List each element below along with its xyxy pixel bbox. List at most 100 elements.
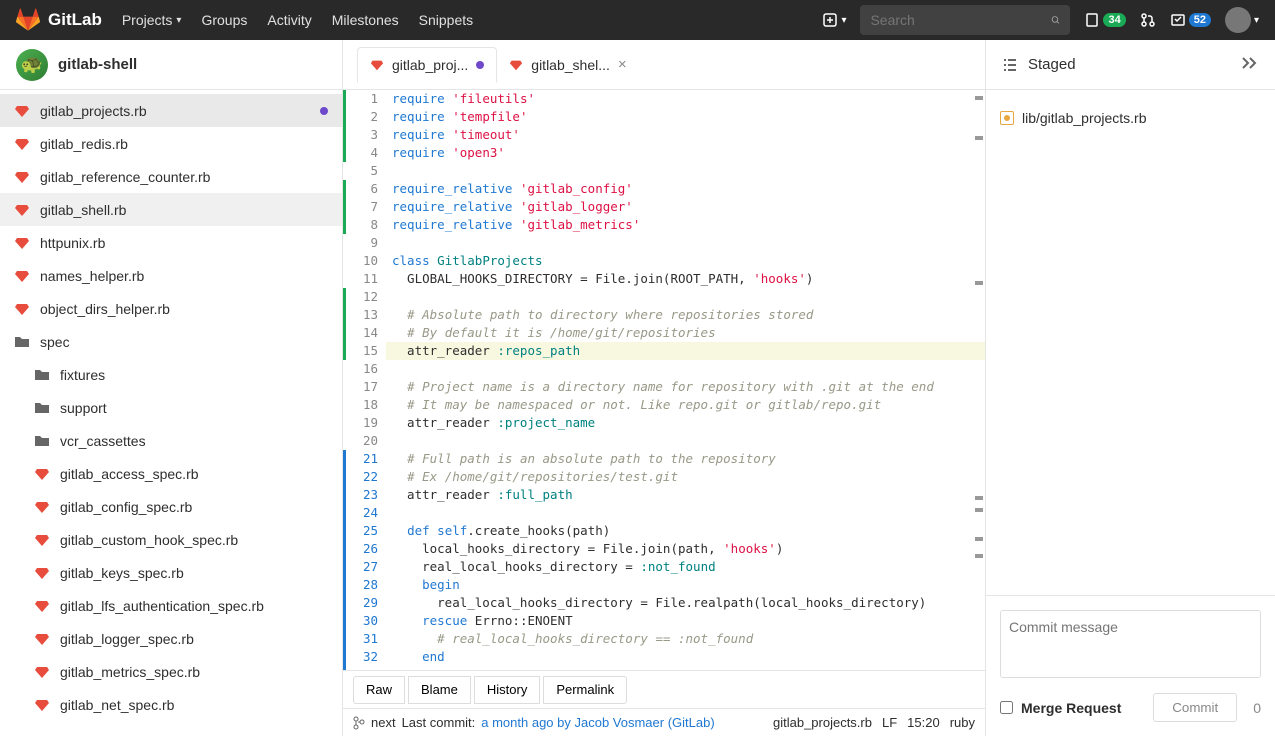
todos-link[interactable]: 52 <box>1170 12 1211 28</box>
ruby-icon <box>14 268 30 284</box>
file-item[interactable]: gitlab_redis.rb <box>0 127 342 160</box>
tab-label: gitlab_proj... <box>392 57 468 73</box>
status-last-commit-label: Last commit: <box>402 715 476 730</box>
commit-message-input[interactable] <box>1000 610 1261 678</box>
line-numbers: 1234567891011121314151617181920212223242… <box>346 90 386 670</box>
blame-button[interactable]: Blame <box>408 676 471 704</box>
project-header[interactable]: 🐢 gitlab-shell <box>0 40 342 90</box>
code-area[interactable]: 1234567891011121314151617181920212223242… <box>343 90 985 670</box>
commit-button[interactable]: Commit <box>1153 693 1237 722</box>
file-name: gitlab_net_spec.rb <box>60 697 174 713</box>
file-sidebar: 🐢 gitlab-shell gitlab_projects.rbgitlab_… <box>0 40 343 736</box>
file-item[interactable]: vcr_cassettes <box>0 424 342 457</box>
folder-icon <box>14 334 30 350</box>
ruby-icon <box>14 301 30 317</box>
file-item[interactable]: spec <box>0 325 342 358</box>
file-name: gitlab_reference_counter.rb <box>40 169 210 185</box>
merge-request-checkbox[interactable] <box>1000 701 1013 714</box>
collapse-panel-button[interactable] <box>1241 56 1259 73</box>
file-item[interactable]: httpunix.rb <box>0 226 342 259</box>
file-item[interactable]: gitlab_shell.rb <box>0 193 342 226</box>
code-content[interactable]: require 'fileutils'require 'tempfile'req… <box>386 90 985 670</box>
file-name: gitlab_redis.rb <box>40 136 128 152</box>
list-icon <box>1002 57 1018 73</box>
gitlab-icon <box>16 8 40 32</box>
nav-activity[interactable]: Activity <box>267 12 311 28</box>
merge-request-icon <box>1140 12 1156 28</box>
avatar <box>1225 7 1251 33</box>
file-item[interactable]: gitlab_custom_hook_spec.rb <box>0 523 342 556</box>
file-tree[interactable]: gitlab_projects.rb gitlab_redis.rb gitlab_… <box>0 90 342 736</box>
top-header: GitLab Projects ▾ Groups Activity Milest… <box>0 0 1275 40</box>
minimap[interactable] <box>971 90 985 670</box>
file-item[interactable]: gitlab_access_spec.rb <box>0 457 342 490</box>
ruby-icon <box>34 664 50 680</box>
status-next[interactable]: next <box>371 715 396 730</box>
editor-tab[interactable]: gitlab_shel... × <box>497 47 638 83</box>
user-menu[interactable]: ▾ <box>1225 7 1259 33</box>
file-item[interactable]: gitlab_projects.rb <box>0 94 342 127</box>
folder-icon <box>34 367 50 383</box>
merge-requests-link[interactable] <box>1140 12 1156 28</box>
raw-button[interactable]: Raw <box>353 676 405 704</box>
file-name: names_helper.rb <box>40 268 144 284</box>
gitlab-logo[interactable]: GitLab <box>16 8 102 32</box>
nav-milestones[interactable]: Milestones <box>332 12 399 28</box>
search-input[interactable] <box>870 12 1051 28</box>
new-dropdown[interactable]: ▾ <box>822 12 846 28</box>
ruby-icon <box>14 136 30 152</box>
todos-icon <box>1170 12 1186 28</box>
nav-projects[interactable]: Projects ▾ <box>122 12 182 28</box>
history-button[interactable]: History <box>474 676 540 704</box>
file-item[interactable]: gitlab_net_spec.rb <box>0 688 342 721</box>
file-item[interactable]: fixtures <box>0 358 342 391</box>
status-language[interactable]: ruby <box>950 715 975 730</box>
search-box[interactable] <box>860 5 1070 35</box>
status-bar: next Last commit: a month ago by Jacob V… <box>343 708 985 736</box>
ruby-icon <box>34 631 50 647</box>
file-item[interactable]: object_dirs_helper.rb <box>0 292 342 325</box>
close-icon[interactable]: × <box>618 56 627 73</box>
file-name: object_dirs_helper.rb <box>40 301 170 317</box>
file-item[interactable]: gitlab_logger_spec.rb <box>0 622 342 655</box>
nav-groups[interactable]: Groups <box>201 12 247 28</box>
merge-request-label: Merge Request <box>1021 700 1145 716</box>
ruby-icon <box>14 235 30 251</box>
issues-icon <box>1084 12 1100 28</box>
file-item[interactable]: gitlab_reference_counter.rb <box>0 160 342 193</box>
staged-header: Staged <box>986 40 1275 90</box>
file-item[interactable]: gitlab_config_spec.rb <box>0 490 342 523</box>
commit-count: 0 <box>1253 700 1261 716</box>
chevron-down-icon: ▾ <box>841 15 846 26</box>
staged-item[interactable]: lib/gitlab_projects.rb <box>1000 110 1261 126</box>
branch-icon <box>353 716 365 730</box>
file-item[interactable]: support <box>0 391 342 424</box>
file-item[interactable]: gitlab_lfs_authentication_spec.rb <box>0 589 342 622</box>
plus-icon <box>822 12 838 28</box>
modified-indicator <box>320 107 328 115</box>
ruby-icon <box>34 499 50 515</box>
staged-list: lib/gitlab_projects.rb <box>986 90 1275 595</box>
file-item[interactable]: names_helper.rb <box>0 259 342 292</box>
nav-snippets[interactable]: Snippets <box>419 12 473 28</box>
brand-text: GitLab <box>48 10 102 30</box>
tab-label: gitlab_shel... <box>531 57 610 73</box>
issues-link[interactable]: 34 <box>1084 12 1125 28</box>
search-icon <box>1051 12 1060 28</box>
ruby-icon <box>14 103 30 119</box>
project-name: gitlab-shell <box>58 56 137 73</box>
editor-tab[interactable]: gitlab_proj... <box>357 47 497 83</box>
status-encoding[interactable]: LF <box>882 715 897 730</box>
ruby-icon <box>34 466 50 482</box>
status-last-commit-link[interactable]: a month ago by Jacob Vosmaer (GitLab) <box>481 715 714 730</box>
file-name: gitlab_logger_spec.rb <box>60 631 194 647</box>
staged-title: Staged <box>1028 56 1076 73</box>
main-nav: Projects ▾ Groups Activity Milestones Sn… <box>122 12 473 28</box>
status-cursor[interactable]: 15:20 <box>907 715 940 730</box>
ruby-icon <box>509 58 523 72</box>
file-item[interactable]: gitlab_keys_spec.rb <box>0 556 342 589</box>
editor-tabs: gitlab_proj... gitlab_shel... × <box>343 40 985 90</box>
ruby-icon <box>14 202 30 218</box>
permalink-button[interactable]: Permalink <box>543 676 627 704</box>
file-item[interactable]: gitlab_metrics_spec.rb <box>0 655 342 688</box>
